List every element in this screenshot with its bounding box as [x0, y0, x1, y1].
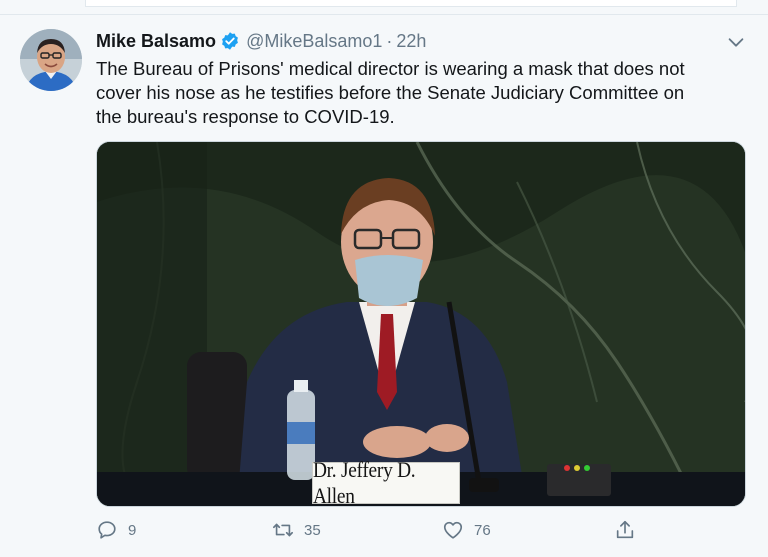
chevron-down-icon[interactable]	[725, 31, 747, 53]
tweet-media-image[interactable]: Dr. Jeffery D. Allen	[96, 141, 746, 507]
author-name[interactable]: Mike Balsamo	[96, 31, 216, 52]
tweet-text: The Bureau of Prisons' medical director …	[96, 57, 736, 129]
like-count: 76	[474, 521, 491, 539]
nameplate: Dr. Jeffery D. Allen	[312, 457, 460, 506]
share-button[interactable]	[614, 519, 646, 541]
heart-icon	[443, 521, 463, 539]
previous-tweet-card	[85, 0, 737, 7]
share-icon	[616, 520, 634, 539]
tweet[interactable]: Mike Balsamo @MikeBalsamo1 · 22h The Bur…	[0, 14, 768, 557]
tweet-text-line: The Bureau of Prisons' medical director …	[96, 58, 685, 79]
tweet-actions: 9 35 76	[96, 515, 656, 549]
tweet-header: Mike Balsamo @MikeBalsamo1 · 22h	[96, 29, 426, 53]
retweet-button[interactable]: 35	[272, 519, 321, 541]
tweet-text-line: cover his nose as he testifies before th…	[96, 82, 685, 103]
like-button[interactable]: 76	[442, 519, 491, 541]
verified-badge-icon	[222, 32, 238, 50]
separator-dot: ·	[386, 30, 393, 51]
retweet-count: 35	[304, 521, 321, 539]
retweet-icon	[273, 523, 293, 537]
author-handle[interactable]: @MikeBalsamo1	[246, 31, 382, 52]
avatar[interactable]	[20, 29, 82, 91]
tweet-text-line: the bureau's response to COVID-19.	[96, 106, 395, 127]
reply-icon	[98, 521, 116, 539]
timestamp[interactable]: 22h	[396, 31, 426, 52]
hearing-photo	[97, 142, 745, 506]
reply-button[interactable]: 9	[96, 519, 136, 541]
reply-count: 9	[128, 521, 137, 539]
